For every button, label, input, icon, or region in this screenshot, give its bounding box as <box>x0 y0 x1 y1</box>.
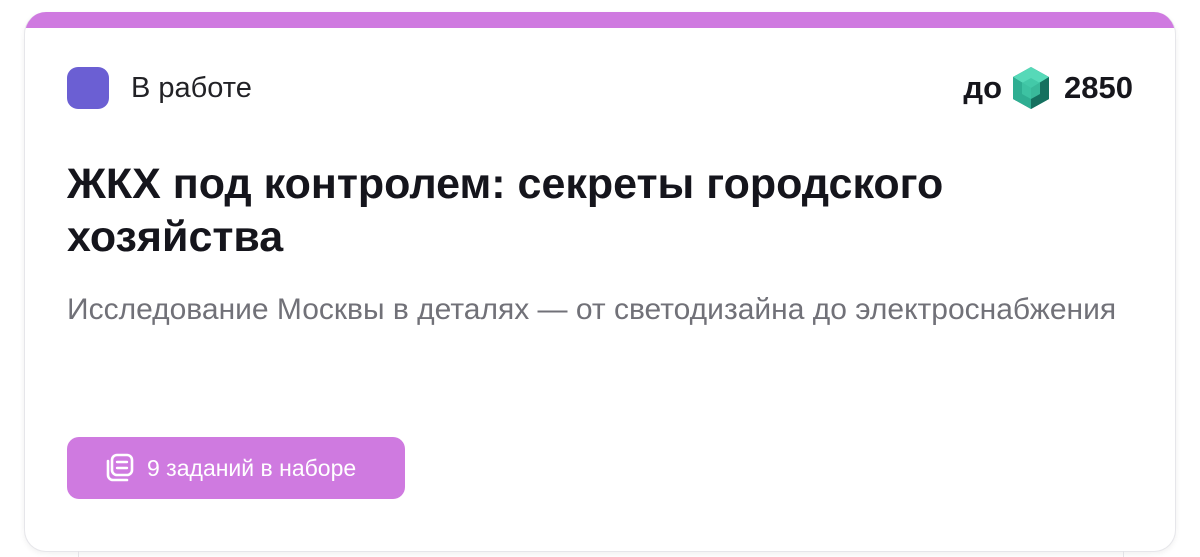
quest-card[interactable]: В работе до 2850 ЖКХ под контролем: секр… <box>24 12 1176 552</box>
gem-icon <box>1013 67 1050 109</box>
next-card-edge <box>78 551 1124 557</box>
reward: до 2850 <box>963 66 1133 110</box>
card-subtitle: Исследование Москвы в деталях — от свето… <box>67 293 1117 326</box>
tasks-count-button[interactable]: 9 заданий в наборе <box>67 437 405 499</box>
status-label: В работе <box>131 71 252 104</box>
task-stack-icon <box>106 453 134 482</box>
reward-value: 2850 <box>1064 70 1133 105</box>
status-indicator: В работе <box>67 66 252 110</box>
status-square-icon <box>67 67 109 109</box>
card-accent-bar <box>25 12 1175 28</box>
reward-prefix: до <box>963 70 1003 105</box>
tasks-count-label: 9 заданий в наборе <box>147 454 357 481</box>
card-title: ЖКХ под контролем: секреты городского хо… <box>67 160 944 261</box>
